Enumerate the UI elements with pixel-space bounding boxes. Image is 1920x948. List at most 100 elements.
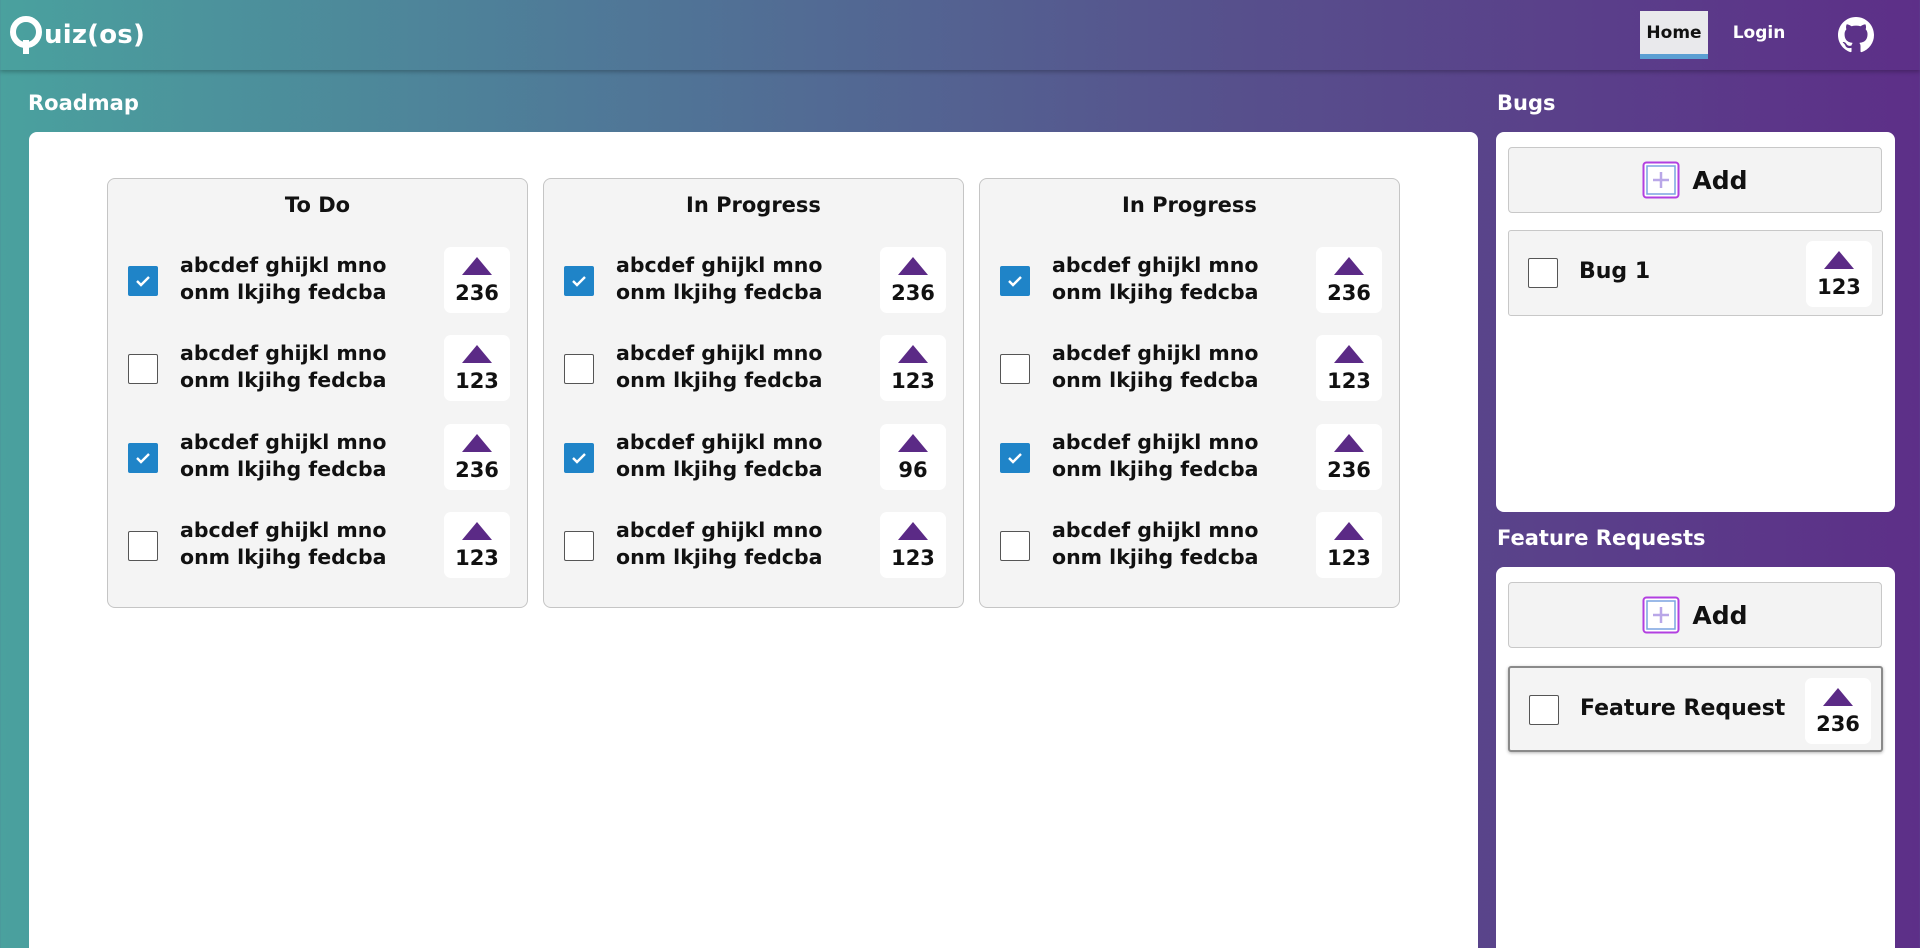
roadmap-item-checkbox[interactable]: [128, 266, 158, 296]
column-title: In Progress: [686, 193, 821, 217]
vote-count: 123: [1327, 546, 1371, 570]
upvote-arrow-icon: [1334, 345, 1364, 363]
roadmap-item: abcdef ghijkl mno onm lkjihg fedcba 123: [1000, 335, 1382, 401]
bug-item-label: Bug 1: [1579, 259, 1651, 284]
roadmap-column: In Progress abcdef ghijkl mno onm lkjihg…: [979, 178, 1400, 608]
check-icon: [136, 276, 150, 287]
upvote-button[interactable]: 236: [444, 247, 510, 313]
roadmap-item: abcdef ghijkl mno onm lkjihg fedcba 96: [564, 424, 946, 490]
upvote-arrow-icon: [898, 434, 928, 452]
roadmap-item: abcdef ghijkl mno onm lkjihg fedcba 123: [128, 512, 510, 578]
roadmap-column: In Progress abcdef ghijkl mno onm lkjihg…: [543, 178, 964, 608]
upvote-button[interactable]: 123: [1316, 335, 1382, 401]
check-icon: [136, 453, 150, 464]
upvote-arrow-icon: [898, 522, 928, 540]
check-icon: [572, 276, 586, 287]
upvote-arrow-icon: [1824, 251, 1854, 269]
add-feature-request-button[interactable]: Add: [1508, 582, 1882, 648]
upvote-arrow-icon: [1823, 688, 1853, 706]
feature-request-vote-count: 236: [1816, 712, 1860, 736]
vote-count: 123: [455, 546, 499, 570]
column-title: To Do: [284, 193, 351, 217]
vote-count: 236: [1327, 281, 1371, 305]
upvote-button[interactable]: 123: [444, 512, 510, 578]
roadmap-item: abcdef ghijkl mno onm lkjihg fedcba 123: [564, 335, 946, 401]
upvote-button[interactable]: 236: [1316, 247, 1382, 313]
roadmap-item-checkbox[interactable]: [1000, 443, 1030, 473]
top-navbar: uiz(os) Home Login: [0, 0, 1920, 70]
feature-request-upvote-button[interactable]: 236: [1805, 678, 1871, 744]
roadmap-column: To Do abcdef ghijkl mno onm lkjihg fedcb…: [107, 178, 528, 608]
roadmap-item: abcdef ghijkl mno onm lkjihg fedcba 123: [1000, 512, 1382, 578]
roadmap-item-checkbox[interactable]: [564, 354, 594, 384]
vote-count: 236: [455, 281, 499, 305]
roadmap-item-checkbox[interactable]: [564, 266, 594, 296]
vote-count: 96: [898, 458, 928, 482]
bug-upvote-button[interactable]: 123: [1806, 241, 1872, 307]
roadmap-item-text: abcdef ghijkl mno onm lkjihg fedcba: [180, 430, 387, 481]
upvote-button[interactable]: 123: [880, 512, 946, 578]
roadmap-item-checkbox[interactable]: [564, 443, 594, 473]
upvote-button[interactable]: 96: [880, 424, 946, 490]
app-logo[interactable]: uiz(os): [10, 12, 145, 58]
nav-login-link[interactable]: Login: [1720, 11, 1798, 55]
upvote-button[interactable]: 123: [880, 335, 946, 401]
roadmap-item-text: abcdef ghijkl mno onm lkjihg fedcba: [616, 518, 823, 569]
upvote-arrow-icon: [462, 345, 492, 363]
roadmap-item-text: abcdef ghijkl mno onm lkjihg fedcba: [180, 253, 387, 304]
roadmap-item-checkbox[interactable]: [564, 531, 594, 561]
plus-square-icon: [1642, 161, 1680, 199]
vote-count: 123: [891, 546, 935, 570]
roadmap-item-checkbox[interactable]: [1000, 531, 1030, 561]
vote-count: 236: [455, 458, 499, 482]
upvote-arrow-icon: [462, 522, 492, 540]
vote-count: 236: [891, 281, 935, 305]
bug-item-checkbox[interactable]: [1528, 258, 1558, 288]
vote-count: 123: [891, 369, 935, 393]
upvote-button[interactable]: 123: [444, 335, 510, 401]
check-icon: [1008, 276, 1022, 287]
roadmap-item-text: abcdef ghijkl mno onm lkjihg fedcba: [616, 430, 823, 481]
upvote-button[interactable]: 236: [880, 247, 946, 313]
github-icon[interactable]: [1838, 17, 1874, 53]
roadmap-item-checkbox[interactable]: [1000, 266, 1030, 296]
roadmap-item-text: abcdef ghijkl mno onm lkjihg fedcba: [1052, 518, 1259, 569]
roadmap-item-text: abcdef ghijkl mno onm lkjihg fedcba: [180, 341, 387, 392]
roadmap-item-text: abcdef ghijkl mno onm lkjihg fedcba: [1052, 341, 1259, 392]
logo-text: uiz(os): [44, 20, 146, 50]
check-icon: [1008, 453, 1022, 464]
roadmap-item-checkbox[interactable]: [128, 354, 158, 384]
nav-home-link[interactable]: Home: [1640, 11, 1708, 59]
upvote-button[interactable]: 123: [1316, 512, 1382, 578]
roadmap-item-checkbox[interactable]: [1000, 354, 1030, 384]
roadmap-item: abcdef ghijkl mno onm lkjihg fedcba 236: [128, 424, 510, 490]
roadmap-item: abcdef ghijkl mno onm lkjihg fedcba 123: [564, 512, 946, 578]
roadmap-title: Roadmap: [28, 91, 139, 115]
roadmap-item-text: abcdef ghijkl mno onm lkjihg fedcba: [616, 341, 823, 392]
roadmap-item: abcdef ghijkl mno onm lkjihg fedcba 236: [1000, 247, 1382, 313]
upvote-arrow-icon: [1334, 434, 1364, 452]
roadmap-item: abcdef ghijkl mno onm lkjihg fedcba 236: [128, 247, 510, 313]
feature-request-checkbox[interactable]: [1529, 695, 1559, 725]
bug-vote-count: 123: [1817, 275, 1861, 299]
plus-square-icon: [1642, 596, 1680, 634]
vote-count: 123: [1327, 369, 1371, 393]
upvote-arrow-icon: [462, 434, 492, 452]
upvote-arrow-icon: [898, 345, 928, 363]
upvote-arrow-icon: [898, 257, 928, 275]
roadmap-item-checkbox[interactable]: [128, 531, 158, 561]
roadmap-item-checkbox[interactable]: [128, 443, 158, 473]
add-feature-request-label: Add: [1692, 600, 1748, 630]
upvote-arrow-icon: [462, 257, 492, 275]
upvote-arrow-icon: [1334, 257, 1364, 275]
feature-request-item: Feature Request 236: [1508, 666, 1883, 752]
feature-requests-title: Feature Requests: [1497, 526, 1706, 550]
roadmap-item: abcdef ghijkl mno onm lkjihg fedcba 236: [564, 247, 946, 313]
column-title: In Progress: [1122, 193, 1257, 217]
check-icon: [572, 453, 586, 464]
upvote-button[interactable]: 236: [1316, 424, 1382, 490]
add-bug-button[interactable]: Add: [1508, 147, 1882, 213]
roadmap-item-text: abcdef ghijkl mno onm lkjihg fedcba: [180, 518, 387, 569]
roadmap-item: abcdef ghijkl mno onm lkjihg fedcba 236: [1000, 424, 1382, 490]
upvote-button[interactable]: 236: [444, 424, 510, 490]
